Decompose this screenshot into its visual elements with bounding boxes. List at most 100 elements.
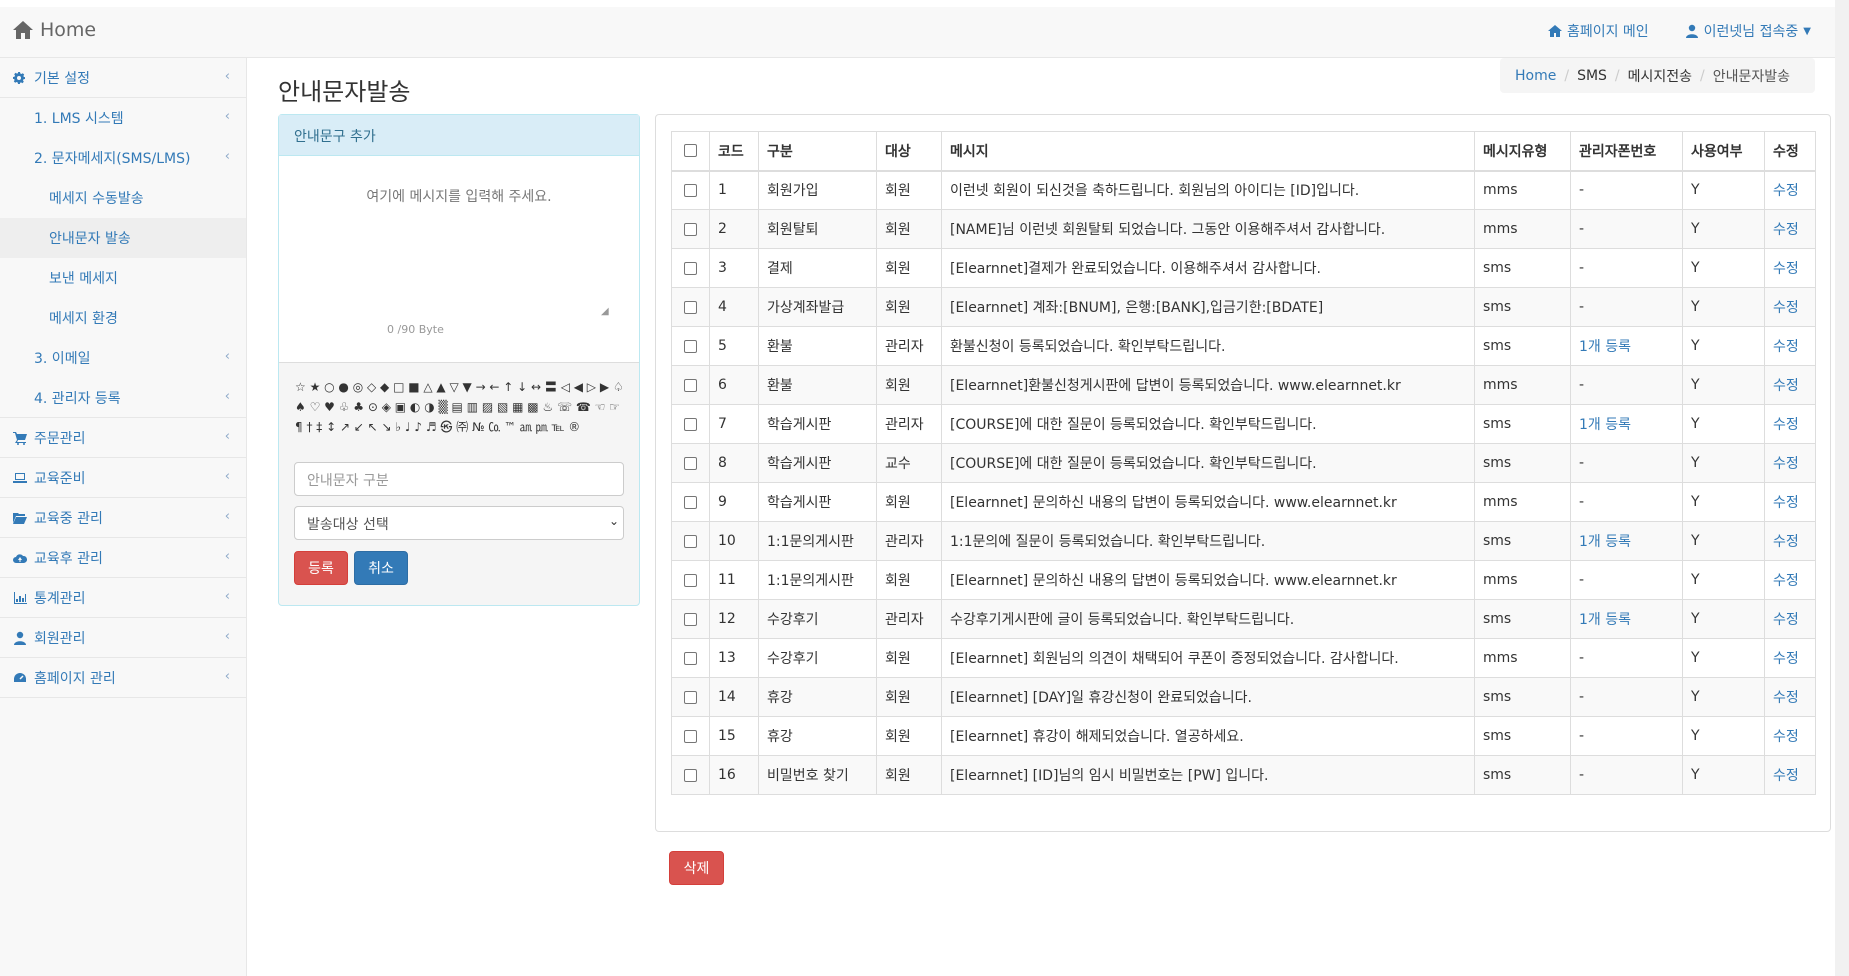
cell-edit[interactable]: 수정 — [1764, 170, 1816, 210]
cell-category: 1:1문의게시판 — [758, 521, 877, 561]
gears-icon — [13, 71, 27, 85]
cell-edit[interactable]: 수정 — [1764, 599, 1816, 639]
row-checkbox[interactable] — [684, 573, 697, 587]
cell-message: [Elearnnet] 회원님의 의견이 채택되어 쿠폰이 증정되었습니다. 감… — [941, 638, 1475, 678]
sidebar-item[interactable]: 2. 문자메세지(SMS/LMS) ‹ — [0, 138, 246, 178]
cell-edit[interactable]: 수정 — [1764, 638, 1816, 678]
sidebar-item[interactable]: 통계관리 ‹ — [0, 578, 246, 618]
cell-edit[interactable]: 수정 — [1764, 755, 1816, 795]
cell-edit[interactable]: 수정 — [1764, 677, 1816, 717]
sidebar-item[interactable]: 주문관리 ‹ — [0, 418, 246, 458]
sidebar-item[interactable]: 메세지 수동발송 — [0, 178, 246, 218]
cell-target: 회원 — [876, 482, 942, 522]
category-input[interactable]: 안내문자 구분 — [294, 462, 624, 496]
sidebar-item[interactable]: 메세지 환경 — [0, 298, 246, 338]
resize-grip-icon[interactable]: ◢ — [601, 306, 609, 317]
breadcrumb-home[interactable]: Home — [1515, 68, 1556, 84]
cell-type: mms — [1474, 482, 1571, 522]
folder-open-icon — [13, 511, 27, 525]
target-select[interactable]: 발송대상 선택 ⌄ — [294, 506, 624, 540]
message-textarea[interactable]: 여기에 메시지를 입력해 주세요. — [294, 174, 624, 316]
table-row: 5 환불 관리자 환불신청이 등록되었습니다. 확인부탁드립니다. sms 1개 등록 Y 수… — [671, 326, 1816, 366]
row-checkbox[interactable] — [684, 261, 697, 275]
row-checkbox[interactable] — [684, 690, 697, 704]
sidebar-item[interactable]: 교육중 관리 ‹ — [0, 498, 246, 538]
select-all-checkbox[interactable] — [684, 144, 697, 158]
special-symbol-picker[interactable]: ☆ ★ ○ ● ◎ ◇ ◆ □ ■ △ ▲ ▽ ▼ → ← ↑ ↓ ↔ 〓 ◁ … — [295, 377, 630, 437]
sidebar-item[interactable]: 기본 설정 ‹ — [0, 58, 246, 98]
cell-phone[interactable]: 1개 등록 — [1570, 599, 1683, 639]
row-checkbox[interactable] — [684, 378, 697, 392]
user-menu-dropdown[interactable]: 이런넷님 접속중 ▼ — [1685, 21, 1811, 41]
cell-edit[interactable]: 수정 — [1764, 248, 1816, 288]
delete-button[interactable]: 삭제 — [669, 851, 724, 885]
laptop-icon — [13, 471, 27, 485]
message-table: 코드 구분 대상 메시지 메시지유형 관리자폰번호 사용여부 수정 1 회원가입 회… — [671, 131, 1816, 795]
cell-type: mms — [1474, 638, 1571, 678]
sidebar-item[interactable]: 교육후 관리 ‹ — [0, 538, 246, 578]
cell-target: 회원 — [876, 170, 942, 210]
row-checkbox[interactable] — [684, 768, 697, 782]
sidebar-item-label: 교육준비 — [34, 470, 86, 487]
row-checkbox[interactable] — [684, 729, 697, 743]
cell-edit[interactable]: 수정 — [1764, 326, 1816, 366]
row-checkbox[interactable] — [684, 417, 697, 431]
cell-phone[interactable]: 1개 등록 — [1570, 521, 1683, 561]
sidebar-item[interactable]: 보낸 메세지 — [0, 258, 246, 298]
sidebar-item[interactable]: 3. 이메일 ‹ — [0, 338, 246, 378]
cell-use: Y — [1682, 443, 1765, 483]
cell-edit[interactable]: 수정 — [1764, 209, 1816, 249]
sidebar-item-label: 1. LMS 시스템 — [34, 111, 124, 127]
row-checkbox[interactable] — [684, 183, 697, 197]
home-icon — [13, 21, 33, 39]
cell-edit[interactable]: 수정 — [1764, 716, 1816, 756]
cell-edit[interactable]: 수정 — [1764, 287, 1816, 327]
cloud-upload-icon — [13, 551, 28, 565]
cell-edit[interactable]: 수정 — [1764, 560, 1816, 600]
cell-target: 회원 — [876, 287, 942, 327]
cell-category: 회원가입 — [758, 170, 877, 210]
row-checkbox[interactable] — [684, 534, 697, 548]
cell-use: Y — [1682, 677, 1765, 717]
row-checkbox[interactable] — [684, 651, 697, 665]
cell-edit[interactable]: 수정 — [1764, 482, 1816, 522]
scrollbar[interactable] — [1835, 0, 1849, 976]
sidebar-item[interactable]: 안내문자 발송 — [0, 218, 246, 258]
cell-phone: - — [1570, 209, 1683, 249]
cell-category: 학습게시판 — [758, 404, 877, 444]
row-checkbox[interactable] — [684, 222, 697, 236]
cell-phone[interactable]: 1개 등록 — [1570, 404, 1683, 444]
chevron-left-icon: ‹ — [224, 469, 230, 484]
cell-phone[interactable]: 1개 등록 — [1570, 326, 1683, 366]
sidebar-item[interactable]: 4. 관리자 등록 ‹ — [0, 378, 246, 418]
cell-target: 회원 — [876, 716, 942, 756]
table-row: 3 결제 회원 [Elearnnet]결제가 완료되었습니다. 이용해주셔서 감사합니… — [671, 248, 1816, 288]
cell-use: Y — [1682, 755, 1765, 795]
sidebar-item[interactable]: 홈페이지 관리 ‹ — [0, 658, 246, 698]
sidebar-item[interactable]: 1. LMS 시스템 ‹ — [0, 98, 246, 138]
sidebar-item-label: 안내문자 발송 — [49, 231, 131, 247]
brand-home-link[interactable]: Home — [12, 19, 96, 41]
row-checkbox-cell — [671, 443, 710, 483]
row-checkbox[interactable] — [684, 300, 697, 314]
table-row: 2 회원탈퇴 회원 [NAME]님 이런넷 회원탈퇴 되었습니다. 그동안 이용해주셔… — [671, 209, 1816, 249]
cell-code: 1 — [709, 170, 759, 210]
row-checkbox[interactable] — [684, 339, 697, 353]
row-checkbox[interactable] — [684, 456, 697, 470]
homepage-main-label: 홈페이지 메인 — [1566, 24, 1649, 40]
cell-edit[interactable]: 수정 — [1764, 404, 1816, 444]
register-button[interactable]: 등록 — [294, 551, 348, 585]
cell-edit[interactable]: 수정 — [1764, 521, 1816, 561]
cell-phone: - — [1570, 755, 1683, 795]
sidebar-item[interactable]: 회원관리 ‹ — [0, 618, 246, 658]
row-checkbox[interactable] — [684, 612, 697, 626]
cell-edit[interactable]: 수정 — [1764, 443, 1816, 483]
dashboard-icon — [13, 671, 27, 685]
homepage-main-link[interactable]: 홈페이지 메인 — [1547, 21, 1649, 41]
cell-edit[interactable]: 수정 — [1764, 365, 1816, 405]
row-checkbox[interactable] — [684, 495, 697, 509]
message-area: 여기에 메시지를 입력해 주세요. ◢ 0 /90 Byte — [279, 156, 639, 363]
cancel-button[interactable]: 취소 — [354, 551, 408, 585]
sidebar-item[interactable]: 교육준비 ‹ — [0, 458, 246, 498]
sidebar-item-label: 보낸 메세지 — [49, 271, 118, 287]
